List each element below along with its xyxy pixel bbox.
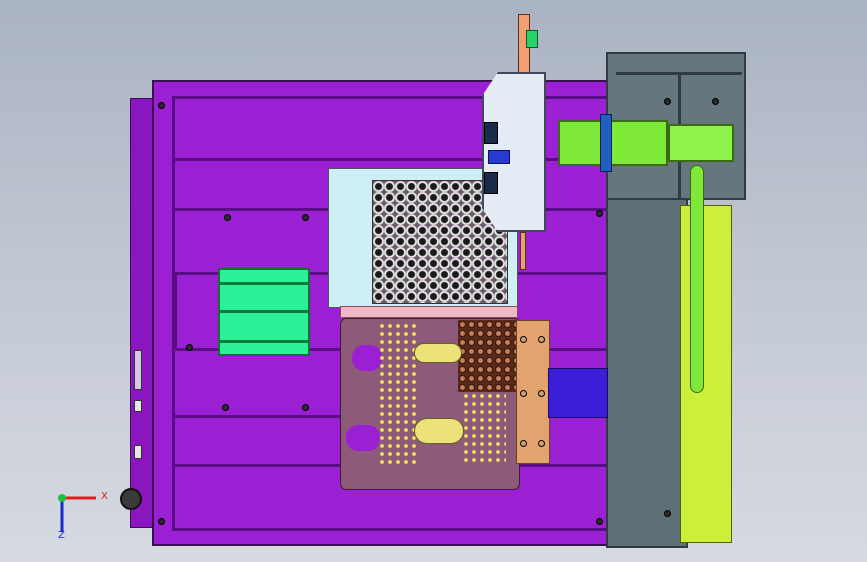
screw bbox=[538, 390, 545, 397]
cylinder-rod bbox=[668, 124, 734, 162]
guide-stripe bbox=[220, 282, 308, 285]
screw bbox=[538, 336, 545, 343]
oval-cutout bbox=[414, 418, 464, 444]
guide-stripe bbox=[220, 310, 308, 313]
side-panel bbox=[680, 205, 732, 543]
screw bbox=[712, 98, 719, 105]
connector-port bbox=[134, 350, 142, 390]
axis-z-label: Z bbox=[58, 530, 65, 541]
axis-x-label: X bbox=[101, 491, 108, 502]
cad-viewport[interactable]: X Z bbox=[0, 0, 867, 562]
coordinate-triad-icon bbox=[48, 484, 108, 542]
pneumatic-fitting bbox=[488, 150, 510, 164]
screw bbox=[302, 214, 309, 221]
screw bbox=[664, 510, 671, 517]
nozzle bbox=[520, 232, 526, 270]
screw bbox=[520, 390, 527, 397]
head-slot bbox=[484, 172, 498, 194]
connector-port bbox=[134, 445, 142, 459]
screw bbox=[186, 344, 193, 351]
frame-groove bbox=[172, 528, 612, 531]
frame-left-rail bbox=[130, 98, 154, 528]
guide-stripe bbox=[220, 340, 308, 343]
pin-array bbox=[462, 392, 506, 466]
head-slot bbox=[484, 122, 498, 144]
screw bbox=[158, 102, 165, 109]
screw bbox=[158, 518, 165, 525]
frame-rail bbox=[174, 275, 177, 350]
board-notch bbox=[346, 425, 380, 451]
tray-rail bbox=[340, 306, 518, 318]
oval-cutout bbox=[414, 343, 462, 363]
screw bbox=[224, 214, 231, 221]
screw bbox=[664, 98, 671, 105]
screw bbox=[538, 440, 545, 447]
frame-groove bbox=[172, 96, 612, 99]
screw bbox=[520, 336, 527, 343]
frame-groove bbox=[172, 158, 612, 161]
cylinder-body bbox=[558, 120, 668, 166]
connector-port bbox=[134, 400, 142, 412]
pin-array bbox=[378, 322, 418, 466]
socket-grid bbox=[458, 320, 518, 392]
cylinder-clamp bbox=[600, 114, 612, 172]
blue-slider-plate bbox=[548, 368, 608, 418]
screw bbox=[302, 404, 309, 411]
valve-green bbox=[526, 30, 538, 48]
screw bbox=[596, 210, 603, 217]
screw bbox=[222, 404, 229, 411]
screw bbox=[596, 518, 603, 525]
round-knob bbox=[120, 488, 142, 510]
screw bbox=[520, 440, 527, 447]
cable-pipe bbox=[690, 165, 704, 393]
